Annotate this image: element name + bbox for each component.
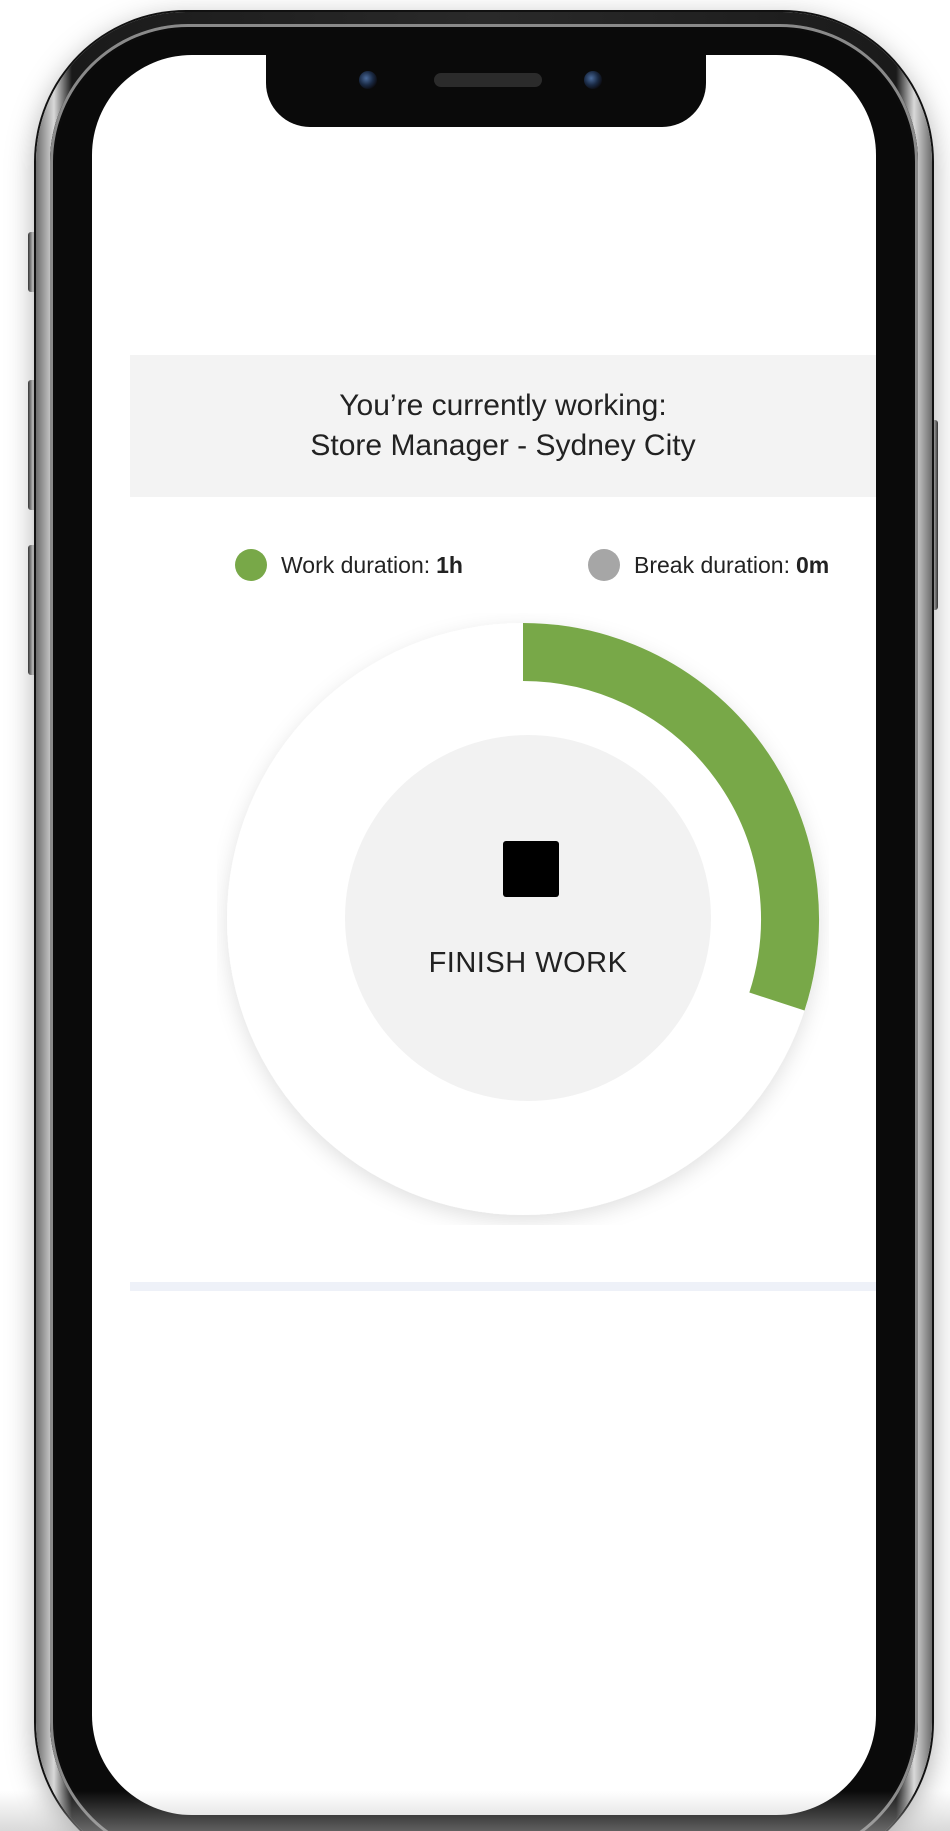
work-duration-value: 1h [436, 551, 463, 578]
sensor-icon [584, 71, 602, 89]
status-heading: You’re currently working: [339, 389, 667, 422]
legend-break: Break duration: 0m [588, 547, 829, 583]
notch [266, 55, 706, 127]
current-shift-banner: You’re currently working: Store Manager … [130, 355, 876, 497]
phone-mockup: You’re currently working: Store Manager … [0, 0, 950, 1831]
front-camera-icon [359, 71, 377, 89]
finish-work-button[interactable]: FINISH WORK [345, 735, 711, 1101]
app-screen: You’re currently working: Store Manager … [92, 55, 876, 1815]
shift-timer: FINISH WORK [217, 613, 829, 1225]
stop-icon [503, 841, 559, 897]
break-duration-label: Break duration: [634, 551, 790, 578]
work-dot-icon [235, 549, 267, 581]
break-duration-value: 0m [795, 551, 830, 578]
section-divider [130, 1282, 876, 1291]
work-duration-label: Work duration: [281, 551, 431, 578]
break-dot-icon [588, 549, 620, 581]
speaker-grille [434, 73, 542, 87]
legend-work: Work duration: 1h [235, 547, 463, 583]
floor-shadow [0, 1791, 950, 1831]
finish-work-label: FINISH WORK [428, 947, 628, 979]
shift-position: Store Manager - Sydney City [310, 429, 696, 462]
